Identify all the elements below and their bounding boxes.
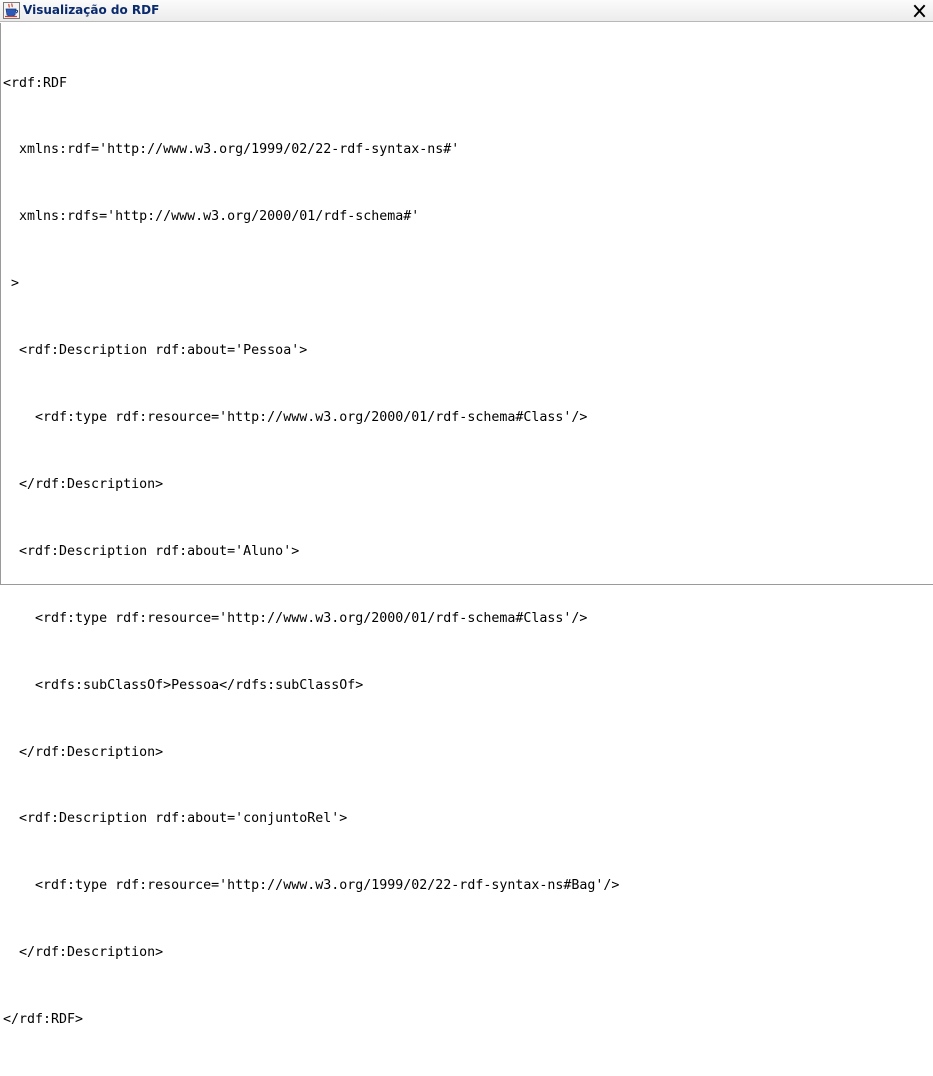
rdf-line: <rdf:Description rdf:about='Aluno'> <box>3 543 300 559</box>
title-bar[interactable]: Visualização do RDF <box>0 0 933 22</box>
rdf-line: </rdf:Description> <box>3 744 164 760</box>
rdf-source-text: <rdf:RDF xmlns:rdf='http://www.w3.org/19… <box>3 28 619 1076</box>
close-icon <box>913 4 926 18</box>
rdf-line: <rdf:type rdf:resource='http://www.w3.or… <box>3 410 588 426</box>
rdf-line: </rdf:RDF> <box>3 1012 84 1028</box>
rdf-line: xmlns:rdfs='http://www.w3.org/2000/01/rd… <box>3 209 420 225</box>
java-coffee-cup-icon <box>3 2 20 19</box>
rdf-line: <rdf:Description rdf:about='Pessoa'> <box>3 343 308 359</box>
rdf-line: </rdf:Description> <box>3 945 164 961</box>
close-button[interactable] <box>911 3 929 19</box>
rdf-line: <rdf:type rdf:resource='http://www.w3.or… <box>3 610 588 626</box>
rdf-line: <rdf:type rdf:resource='http://www.w3.or… <box>3 878 620 894</box>
rdf-line: <rdf:RDF <box>3 75 68 91</box>
rdf-viewer-window: Visualização do RDF <rdf:RDF xmlns:rdf='… <box>0 0 933 1027</box>
window-title: Visualização do RDF <box>23 3 160 17</box>
rdf-line: </rdf:Description> <box>3 476 164 492</box>
rdf-line: <rdfs:subClassOf>Pessoa</rdfs:subClassOf… <box>3 677 364 693</box>
rdf-line: <rdf:Description rdf:about='conjuntoRel'… <box>3 811 348 827</box>
rdf-line: xmlns:rdf='http://www.w3.org/1999/02/22-… <box>3 142 460 158</box>
rdf-line: > <box>3 276 20 292</box>
